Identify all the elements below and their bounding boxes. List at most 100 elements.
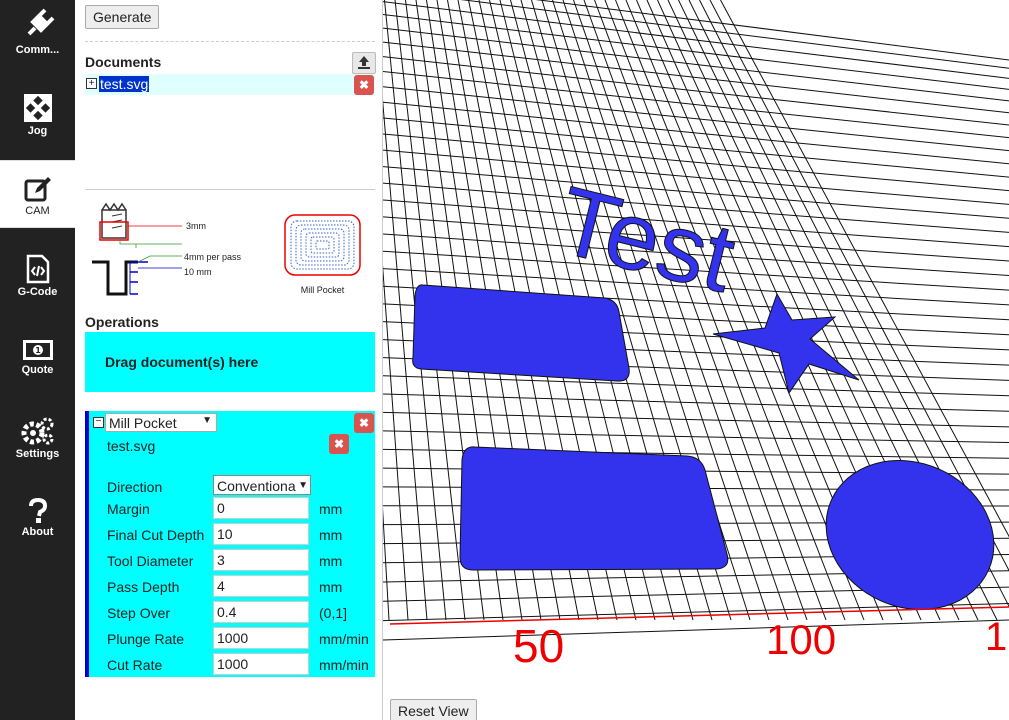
field-label: Step Over	[107, 605, 171, 621]
document-name[interactable]: test.svg	[99, 76, 150, 92]
shape-text[interactable]: Test	[547, 166, 745, 313]
grid-line	[535, 0, 1009, 61]
drop-text: Drag document(s) here	[105, 354, 259, 370]
axis-label-1: 1	[985, 615, 1007, 659]
grid-line	[383, 14, 1009, 90]
operation-type-value: Mill Pocket	[109, 415, 177, 431]
field-unit: (0,1]	[319, 605, 348, 621]
shape-star[interactable]	[712, 292, 860, 395]
shape-rounded-rect-top[interactable]	[412, 284, 630, 382]
grid-line	[383, 411, 1009, 428]
shapes: Test	[412, 166, 1009, 636]
nav-gcode[interactable]: G-Code	[0, 254, 75, 322]
nav-cam[interactable]: CAM	[0, 160, 75, 228]
chevron-down-icon: ▼	[202, 415, 212, 426]
grid-line	[460, 0, 1009, 69]
nav-label: Settings	[15, 448, 60, 460]
close-icon: ✖	[358, 416, 370, 430]
field-label: Cut Rate	[107, 657, 163, 673]
svg-text:1: 1	[35, 346, 41, 355]
final-cut-depth-input[interactable]: 10	[213, 523, 309, 545]
cut-rate-input[interactable]: 1000	[213, 653, 309, 675]
workspace-view[interactable]: Test 50 100 1 Reset View	[383, 0, 1009, 720]
grid-line	[383, 71, 1009, 139]
grid-line	[383, 393, 1009, 412]
shape-ellipse[interactable]	[802, 434, 1009, 636]
nav-comm[interactable]: Comm...	[0, 8, 75, 76]
field-final-cut-depth: Final Cut Depth 10 mm	[107, 523, 377, 547]
grid-line	[383, 619, 1009, 641]
operation-doc: test.svg	[107, 438, 156, 454]
nav-label: G-Code	[17, 286, 58, 298]
expand-icon[interactable]: +	[86, 78, 97, 89]
nav-quote[interactable]: 1 Quote	[0, 338, 75, 406]
field-unit: mm/min	[319, 657, 369, 673]
nav-about[interactable]: About	[0, 498, 75, 566]
tool-diagram	[92, 202, 182, 296]
grid-line	[383, 375, 1009, 397]
nav-label: CAM	[25, 205, 50, 217]
plug-icon	[27, 8, 54, 36]
question-icon	[28, 498, 47, 523]
field-plunge-rate: Plunge Rate 1000 mm/min	[107, 627, 377, 651]
grid-line	[383, 41, 1009, 114]
generate-button[interactable]: Generate	[85, 5, 160, 29]
arrows-icon	[23, 94, 52, 122]
remove-document-button[interactable]: ✖	[354, 75, 374, 95]
diagram-label-pass: 4mm per pass	[184, 252, 242, 262]
plunge-rate-input[interactable]: 1000	[213, 627, 309, 649]
pass-depth-input[interactable]: 4	[213, 575, 309, 597]
field-label: Margin	[107, 501, 150, 517]
chevron-down-icon: ▼	[296, 476, 308, 494]
field-label: Tool Diameter	[107, 553, 194, 569]
code-file-icon	[26, 254, 49, 284]
remove-operation-button[interactable]: ✖	[354, 413, 374, 433]
direction-select[interactable]: Conventional ▼	[213, 475, 311, 495]
nav-label: Quote	[21, 364, 54, 376]
drop-zone[interactable]: Drag document(s) here	[85, 332, 375, 392]
field-cut-rate: Cut Rate 1000 mm/min	[107, 653, 377, 677]
divider	[85, 189, 375, 190]
field-unit: mm	[319, 527, 343, 543]
field-direction: Direction Conventional ▼	[107, 475, 377, 499]
collapse-icon[interactable]: −	[93, 417, 104, 428]
nav-label: About	[21, 526, 54, 538]
mill-pocket-thumbnail[interactable]	[284, 214, 361, 276]
field-margin: Margin 0 mm	[107, 497, 377, 521]
field-unit: mm	[319, 579, 343, 595]
thumbnail-label: Mill Pocket	[300, 285, 345, 295]
nav-label: Comm...	[15, 44, 60, 56]
operation-type-select[interactable]: Mill Pocket ▼	[105, 413, 217, 432]
nav-label: Jog	[27, 125, 48, 137]
workspace-canvas[interactable]: Test 50 100 1	[383, 0, 1009, 720]
divider	[85, 41, 375, 42]
field-unit: mm	[319, 501, 343, 517]
margin-input[interactable]: 0	[213, 497, 309, 519]
field-unit: mm	[319, 553, 343, 569]
diagram-label-10mm: 10 mm	[184, 267, 212, 277]
upload-icon	[358, 56, 370, 69]
field-label: Final Cut Depth	[107, 527, 205, 543]
axis-label-50: 50	[513, 620, 564, 672]
remove-doc-from-operation-button[interactable]: ✖	[329, 434, 349, 454]
field-pass-depth: Pass Depth 4 mm	[107, 575, 377, 599]
field-label: Pass Depth	[107, 579, 180, 595]
step-over-input[interactable]: 0.4	[213, 601, 309, 623]
reset-view-button[interactable]: Reset View	[390, 699, 477, 720]
shape-rounded-rect-bottom[interactable]	[459, 446, 729, 571]
tool-diameter-input[interactable]: 3	[213, 549, 309, 571]
side-nav: Comm... Jog CAM G-Code 1 Quote Settings …	[0, 0, 75, 720]
field-label: Plunge Rate	[107, 631, 185, 647]
money-icon: 1	[22, 340, 53, 360]
nav-jog[interactable]: Jog	[0, 93, 75, 161]
nav-settings[interactable]: Settings	[0, 416, 75, 484]
direction-value: Conventional	[217, 478, 299, 494]
field-step-over: Step Over 0.4 (0,1]	[107, 601, 377, 625]
grid-line	[383, 264, 409, 621]
upload-button[interactable]	[352, 52, 376, 74]
field-unit: mm/min	[319, 631, 369, 647]
documents-title: Documents	[85, 54, 162, 70]
field-tool-diameter: Tool Diameter 3 mm	[107, 549, 377, 573]
document-row[interactable]: + test.svg	[85, 74, 375, 95]
close-icon: ✖	[358, 78, 370, 92]
